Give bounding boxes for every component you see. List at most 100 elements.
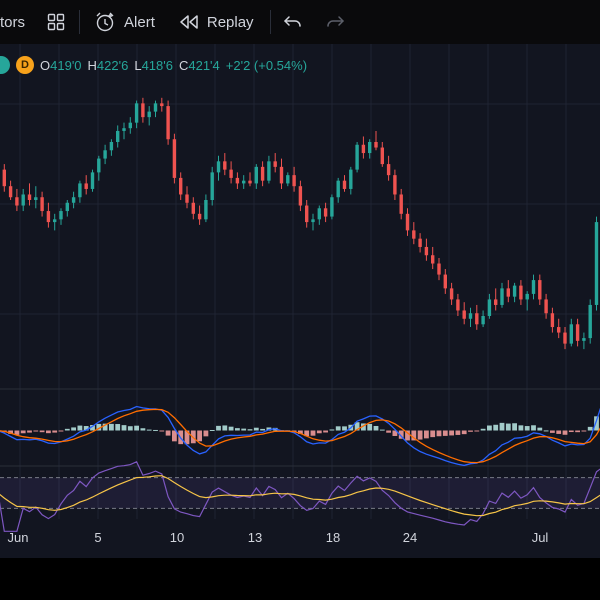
candle-body bbox=[519, 285, 523, 300]
candle-body bbox=[53, 219, 57, 223]
macd-histogram-bar bbox=[64, 428, 70, 431]
interval-badge[interactable]: D bbox=[16, 56, 34, 74]
candle-body bbox=[27, 194, 32, 200]
undo-icon bbox=[283, 14, 303, 30]
macd-histogram-bar bbox=[216, 425, 221, 431]
candle-body bbox=[361, 144, 366, 154]
rewind-icon bbox=[179, 14, 199, 30]
macd-histogram-bar bbox=[493, 424, 499, 431]
layout-grid-button[interactable] bbox=[47, 0, 65, 44]
candle-body bbox=[544, 299, 548, 314]
macd-histogram-bar bbox=[140, 428, 146, 431]
macd-histogram-bar bbox=[159, 430, 165, 432]
grid-icon bbox=[47, 13, 65, 31]
macd-histogram-bar bbox=[20, 430, 26, 434]
candle-body bbox=[166, 106, 170, 140]
candle-body bbox=[481, 316, 485, 325]
candle-body bbox=[418, 238, 422, 247]
undo-button[interactable] bbox=[283, 0, 303, 44]
macd-histogram-bar bbox=[430, 430, 436, 438]
candle-body bbox=[456, 299, 460, 311]
macd-histogram-bar bbox=[109, 423, 114, 431]
candle-body bbox=[179, 177, 183, 195]
price-chart[interactable]: Jun 5 10 13 18 24 Jul bbox=[0, 44, 600, 558]
low-value: 418'6 bbox=[141, 57, 173, 73]
x-tick-label: 10 bbox=[170, 530, 184, 545]
candle-body bbox=[374, 142, 378, 148]
candle-body bbox=[210, 172, 214, 200]
candle-body bbox=[40, 197, 44, 212]
macd-histogram-bar bbox=[197, 430, 202, 442]
candle-body bbox=[449, 288, 454, 300]
candle-body bbox=[34, 197, 38, 200]
x-tick-label: 5 bbox=[94, 530, 101, 545]
candle-body bbox=[122, 128, 126, 131]
macd-histogram-bar bbox=[531, 425, 536, 431]
candle-body bbox=[368, 142, 372, 154]
candle-body bbox=[443, 274, 447, 289]
candle-body bbox=[229, 169, 233, 178]
candle-body bbox=[506, 288, 510, 297]
candle-body bbox=[563, 332, 567, 344]
candle-body bbox=[468, 313, 473, 319]
macd-histogram-bar bbox=[310, 430, 316, 436]
macd-histogram-bar bbox=[77, 425, 83, 431]
candle-body bbox=[512, 285, 517, 297]
candle-body bbox=[273, 161, 277, 167]
candle-body bbox=[305, 205, 309, 223]
candle-body bbox=[248, 180, 252, 184]
candle-body bbox=[431, 255, 435, 264]
candle-body bbox=[8, 186, 13, 198]
candle-body bbox=[260, 166, 265, 181]
replay-button[interactable]: Replay bbox=[179, 0, 254, 44]
candle-body bbox=[254, 166, 258, 184]
candle-body bbox=[575, 324, 580, 341]
macd-histogram-bar bbox=[241, 428, 247, 431]
candle-body bbox=[147, 111, 151, 118]
x-tick-label: 24 bbox=[403, 530, 417, 545]
macd-histogram-bar bbox=[52, 430, 58, 433]
macd-histogram-bar bbox=[550, 430, 555, 433]
x-tick-label: 13 bbox=[248, 530, 262, 545]
candle-body bbox=[349, 169, 353, 189]
candle-body bbox=[235, 177, 240, 184]
toolbar-divider bbox=[79, 10, 81, 34]
candle-body bbox=[223, 161, 227, 170]
chart-pane[interactable]: Jun 5 10 13 18 24 Jul D O 419'0 H 422'6 L 418'6 C… bbox=[0, 44, 600, 558]
candle-body bbox=[109, 142, 114, 151]
macd-histogram-bar bbox=[512, 423, 517, 431]
redo-button[interactable] bbox=[325, 0, 345, 44]
candle-body bbox=[97, 158, 101, 173]
macd-histogram-bar bbox=[543, 430, 549, 432]
macd-histogram-bar bbox=[386, 430, 391, 433]
ohlc-legend: D O 419'0 H 422'6 L 418'6 C 421'4 +2'2 (+0.5… bbox=[0, 56, 313, 74]
macd-histogram-bar bbox=[468, 430, 473, 432]
macd-histogram-bar bbox=[146, 429, 152, 431]
macd-histogram-bar bbox=[556, 430, 562, 434]
macd-histogram-bar bbox=[260, 428, 265, 431]
candle-body bbox=[557, 327, 561, 333]
macd-histogram-bar bbox=[134, 425, 139, 431]
macd-histogram-bar bbox=[455, 430, 461, 435]
macd-histogram-bar bbox=[71, 427, 76, 431]
candle-body bbox=[21, 194, 25, 206]
candle-body bbox=[582, 338, 586, 341]
macd-histogram-bar bbox=[487, 425, 492, 431]
candle-body bbox=[292, 175, 296, 187]
high-value: 422'6 bbox=[96, 57, 129, 73]
candle-body bbox=[185, 194, 189, 203]
candle-body bbox=[46, 211, 51, 223]
alert-button[interactable]: Alert bbox=[94, 0, 155, 44]
indicators-button[interactable]: tors bbox=[0, 0, 25, 44]
macd-histogram-bar bbox=[316, 430, 322, 434]
candle-body bbox=[103, 150, 107, 159]
candle-body bbox=[525, 293, 529, 300]
candle-body bbox=[197, 213, 202, 220]
close-value: 421'4 bbox=[188, 57, 220, 73]
candle-body bbox=[500, 288, 504, 305]
candle-body bbox=[412, 230, 416, 239]
macd-histogram-bar bbox=[46, 430, 51, 434]
macd-histogram-bar bbox=[474, 430, 480, 432]
macd-histogram-bar bbox=[203, 430, 209, 437]
candle-body bbox=[286, 175, 290, 184]
